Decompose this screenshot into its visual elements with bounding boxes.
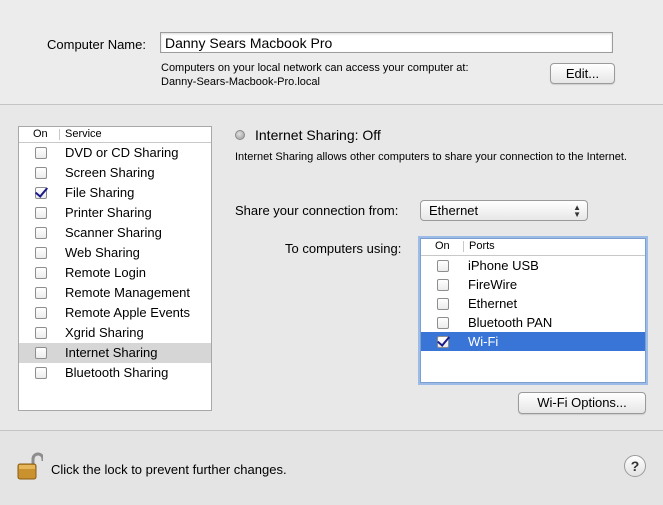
service-row[interactable]: DVD or CD Sharing [19, 143, 211, 163]
column-header-service[interactable]: Service [65, 127, 102, 141]
ports-list: On Ports iPhone USB FireWire Ethernet Bluet… [420, 238, 646, 383]
edit-button[interactable]: Edit... [550, 63, 615, 84]
service-label: Bluetooth Sharing [65, 365, 169, 380]
service-row[interactable]: Scanner Sharing [19, 223, 211, 243]
port-label: Ethernet [468, 296, 518, 311]
service-row[interactable]: Internet Sharing [19, 343, 211, 363]
wifi-options-button[interactable]: Wi-Fi Options... [518, 392, 646, 414]
service-checkbox[interactable] [35, 167, 47, 179]
address-description: Computers on your local network can acce… [161, 62, 469, 74]
service-checkbox[interactable] [35, 187, 47, 199]
service-label: Printer Sharing [65, 205, 152, 220]
service-row[interactable]: Printer Sharing [19, 203, 211, 223]
service-label: Web Sharing [65, 245, 140, 260]
share-from-value: Ethernet [429, 203, 479, 218]
port-checkbox[interactable] [437, 260, 449, 272]
port-checkbox[interactable] [437, 336, 449, 348]
service-checkbox[interactable] [35, 207, 47, 219]
service-checkbox[interactable] [35, 247, 47, 259]
computer-name-input[interactable]: Danny Sears Macbook Pro [160, 32, 613, 53]
service-label: File Sharing [65, 185, 135, 200]
lock-message: Click the lock to prevent further change… [51, 462, 287, 477]
port-row[interactable]: FireWire [421, 275, 645, 294]
service-label: Scanner Sharing [65, 225, 162, 240]
service-list: On Service DVD or CD Sharing Screen Shari… [18, 126, 212, 411]
service-label: Screen Sharing [65, 165, 155, 180]
lock-icon[interactable] [17, 451, 43, 481]
share-from-label: Share your connection from: [235, 203, 399, 218]
service-label: Remote Management [65, 285, 191, 300]
sharing-description: Internet Sharing allows other computers … [235, 151, 627, 163]
service-row[interactable]: Web Sharing [19, 243, 211, 263]
status-indicator-icon [235, 130, 245, 140]
port-checkbox[interactable] [437, 279, 449, 291]
local-hostname: Danny-Sears-Macbook-Pro.local [161, 76, 320, 88]
port-checkbox[interactable] [437, 317, 449, 329]
port-checkbox[interactable] [437, 298, 449, 310]
computer-name-label: Computer Name: [47, 37, 146, 52]
port-label: Wi-Fi [468, 334, 499, 349]
computer-name-section: Computer Name: Danny Sears Macbook Pro C… [0, 0, 663, 105]
service-row[interactable]: Screen Sharing [19, 163, 211, 183]
service-checkbox[interactable] [35, 267, 47, 279]
service-label: Internet Sharing [65, 345, 158, 360]
service-row[interactable]: Remote Login [19, 263, 211, 283]
service-checkbox[interactable] [35, 367, 47, 379]
network-address-text: Computers on your local network can acce… [161, 61, 469, 89]
service-checkbox[interactable] [35, 227, 47, 239]
port-row[interactable]: iPhone USB [421, 256, 645, 275]
port-label: iPhone USB [468, 258, 539, 273]
up-down-arrows-icon: ▲ ▼ [573, 203, 581, 219]
service-label: Remote Login [65, 265, 146, 280]
service-row[interactable]: Xgrid Sharing [19, 323, 211, 343]
sharing-status: Internet Sharing: Off [255, 127, 381, 143]
service-checkbox[interactable] [35, 287, 47, 299]
column-header-on[interactable]: On [33, 127, 48, 141]
service-list-header: On Service [19, 127, 211, 143]
service-row[interactable]: Bluetooth Sharing [19, 363, 211, 383]
service-label: Remote Apple Events [65, 305, 191, 320]
port-label: FireWire [468, 277, 518, 292]
column-divider [463, 241, 464, 252]
service-checkbox[interactable] [35, 307, 47, 319]
service-checkbox[interactable] [35, 147, 47, 159]
column-header-on[interactable]: On [435, 239, 450, 254]
help-button[interactable]: ? [624, 455, 646, 477]
port-row[interactable]: Wi-Fi [421, 332, 645, 351]
port-row[interactable]: Ethernet [421, 294, 645, 313]
service-label: DVD or CD Sharing [65, 145, 179, 160]
service-row[interactable]: Remote Management [19, 283, 211, 303]
port-label: Bluetooth PAN [468, 315, 553, 330]
port-row[interactable]: Bluetooth PAN [421, 313, 645, 332]
service-checkbox[interactable] [35, 347, 47, 359]
ports-list-header: On Ports [421, 239, 645, 256]
service-checkbox[interactable] [35, 327, 47, 339]
service-row[interactable]: File Sharing [19, 183, 211, 203]
column-divider [59, 129, 60, 140]
column-header-ports[interactable]: Ports [469, 239, 495, 254]
service-label: Xgrid Sharing [65, 325, 144, 340]
to-computers-label: To computers using: [285, 241, 402, 256]
service-row[interactable]: Remote Apple Events [19, 303, 211, 323]
share-from-select[interactable]: Ethernet ▲ ▼ [420, 200, 588, 221]
